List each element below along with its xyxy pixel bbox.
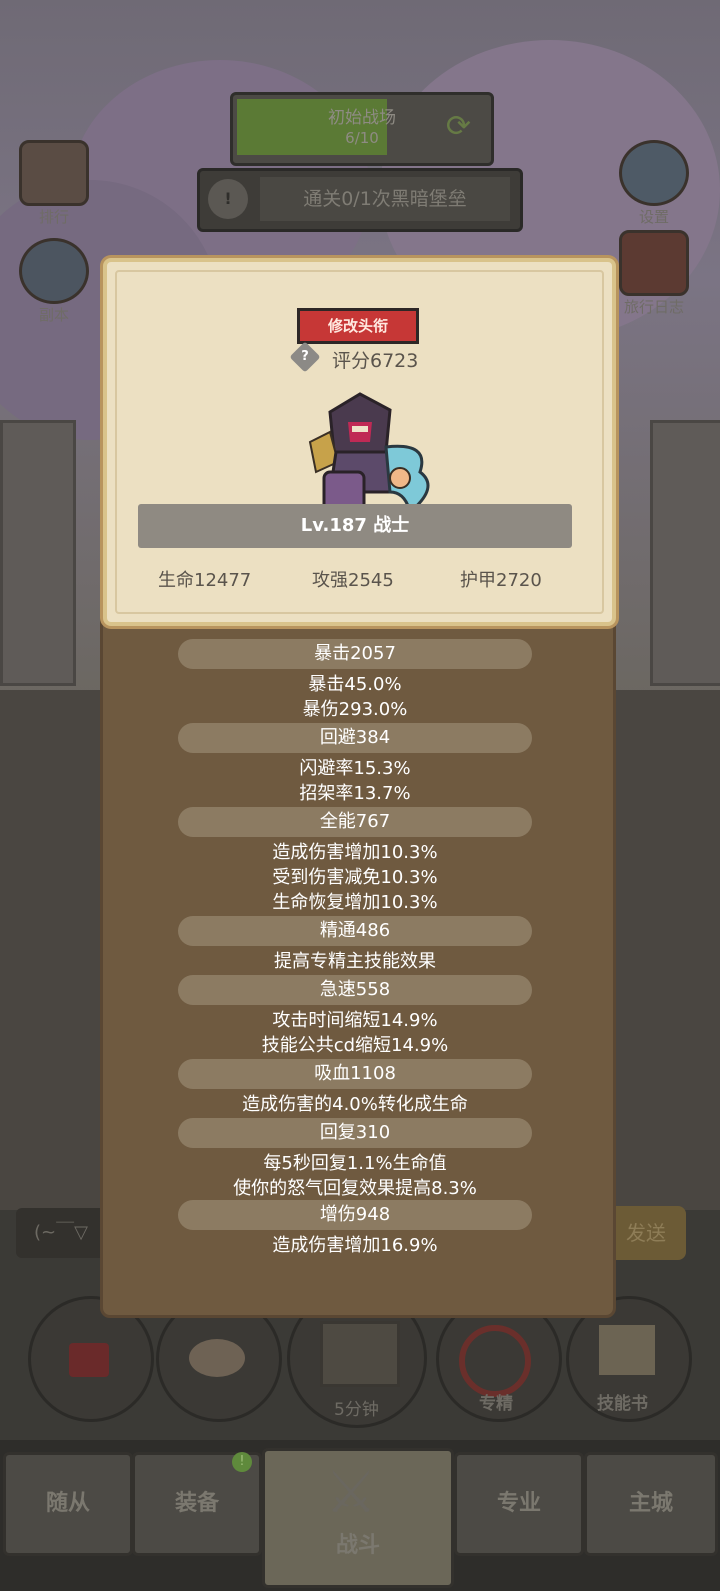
tab-profession[interactable]: 专业 <box>454 1452 584 1556</box>
tab-battle-label: 战斗 <box>335 1533 380 1558</box>
specialization-icon <box>459 1325 531 1397</box>
stage-progress-bar[interactable]: 初始战场 6/10 ⟳ <box>230 92 494 166</box>
attr-line: 造成伤害增加16.9% <box>272 1235 438 1256</box>
settings-button[interactable]: 设置 <box>614 140 694 227</box>
chest-timer: 5分钟 <box>334 1400 379 1420</box>
journal-label: 旅行日志 <box>623 298 684 316</box>
attr-line: 提高专精主技能效果 <box>274 951 436 972</box>
tab-followers[interactable]: 随从 <box>3 1452 133 1556</box>
equipment-alert-badge: ! <box>232 1452 252 1472</box>
stone-pillar <box>650 420 720 686</box>
ranking-label: 排行 <box>38 208 69 226</box>
attr-line: 造成伤害的4.0%转化成生命 <box>242 1094 468 1115</box>
journal-button[interactable]: 旅行日志 <box>614 230 694 317</box>
tab-battle[interactable]: ⚔ 战斗 <box>262 1448 454 1588</box>
attr-line: 暴伤293.0% <box>302 699 408 720</box>
skill-book-label: 技能书 <box>597 1394 648 1414</box>
score-label: 评分6723 <box>332 350 419 372</box>
dungeon-button[interactable]: 副本 <box>14 238 94 325</box>
attr-crit-header: 暴击2057 <box>178 639 532 669</box>
send-button[interactable]: 发送 <box>606 1206 686 1260</box>
attr-damage-boost-header: 增伤948 <box>178 1200 532 1230</box>
armor-stat: 护甲2720 <box>460 570 542 591</box>
attr-line: 每5秒回复1.1%生命值 <box>263 1153 447 1174</box>
exclamation-icon: ! <box>208 179 248 219</box>
tab-main-city[interactable]: 主城 <box>584 1452 718 1556</box>
journal-book-icon <box>619 230 689 296</box>
ranking-button[interactable]: 排行 <box>14 140 94 227</box>
hp-stat: 生命12477 <box>158 570 252 591</box>
specialization-label: 专精 <box>479 1394 513 1414</box>
potion-icon <box>69 1343 109 1377</box>
attr-dodge-header: 回避384 <box>178 723 532 753</box>
level-class-bar: Lv.187 战士 <box>138 504 572 548</box>
quest-bar[interactable]: ! 通关0/1次黑暗堡垒 <box>197 168 523 232</box>
attr-line: 造成伤害增加10.3% <box>272 842 438 863</box>
quest-text: 通关0/1次黑暗堡垒 <box>260 177 510 221</box>
edit-title-button[interactable]: 修改头衔 <box>297 308 419 344</box>
bread-icon <box>189 1339 245 1377</box>
refresh-icon[interactable]: ⟳ <box>446 109 471 144</box>
attr-line: 生命恢复增加10.3% <box>272 892 438 913</box>
attr-haste-header: 急速558 <box>178 975 532 1005</box>
stone-pillar <box>0 420 76 686</box>
help-icon[interactable]: ? <box>289 341 321 373</box>
dungeon-portal-icon <box>19 238 89 304</box>
attr-line: 技能公共cd缩短14.9% <box>261 1035 449 1056</box>
attr-mastery-header: 精通486 <box>178 916 532 946</box>
treasure-chest-icon <box>320 1321 400 1387</box>
chat-input[interactable]: (~￣▽ <box>16 1208 106 1258</box>
crossed-swords-icon: ⚔ <box>325 1458 377 1526</box>
help-mark: ? <box>301 349 309 364</box>
attack-stat: 攻强2545 <box>312 570 394 591</box>
attr-versatility-header: 全能767 <box>178 807 532 837</box>
settings-label: 设置 <box>638 208 669 226</box>
attr-lifesteal-header: 吸血1108 <box>178 1059 532 1089</box>
skill-book-icon <box>599 1325 655 1375</box>
attr-line: 暴击45.0% <box>308 674 402 695</box>
attr-line: 使你的怒气回复效果提高8.3% <box>233 1178 477 1199</box>
attr-line: 招架率13.7% <box>299 783 411 804</box>
attr-line: 闪避率15.3% <box>299 758 411 779</box>
ranking-board-icon <box>19 140 89 206</box>
dungeon-label: 副本 <box>38 306 69 324</box>
gear-icon <box>619 140 689 206</box>
warrior-avatar <box>308 392 430 515</box>
attr-regen-header: 回复310 <box>178 1118 532 1148</box>
attr-line: 攻击时间缩短14.9% <box>272 1010 438 1031</box>
attr-line: 受到伤害减免10.3% <box>272 867 438 888</box>
